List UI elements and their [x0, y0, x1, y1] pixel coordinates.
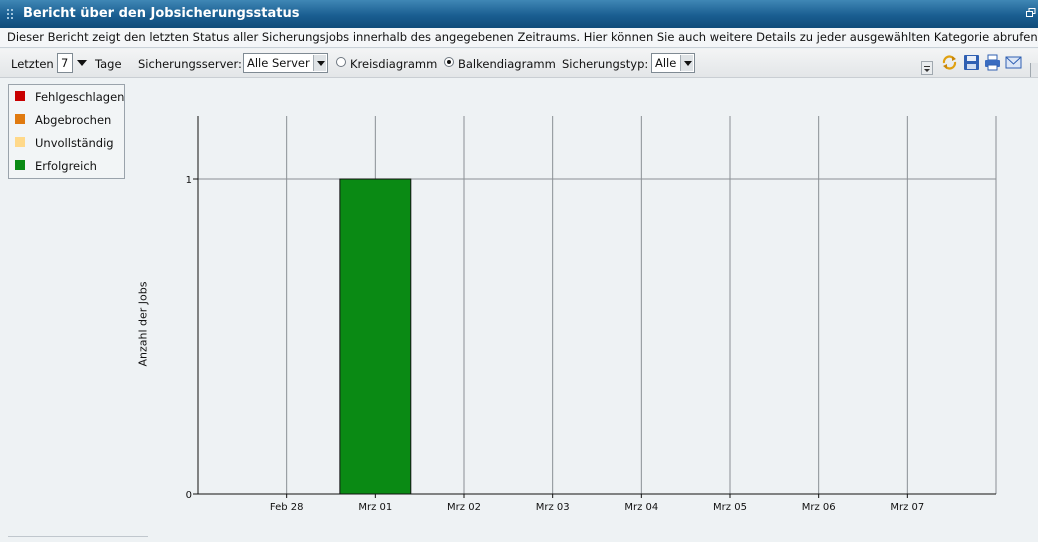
toolbar-overflow-handle[interactable]	[1030, 63, 1038, 77]
title-bar: Bericht über den Jobsicherungsstatus	[0, 0, 1038, 28]
bar-chart-area: 0 1 Feb 28 Mrz 01 Mrz 02 Mrz 03 Mrz 04 Mrz 05 Mr…	[0, 80, 1038, 539]
y-tick-label: 0	[186, 490, 192, 501]
days-dropdown-arrow-icon[interactable]	[77, 60, 87, 66]
bar-mrz-01	[339, 178, 412, 495]
bar-chart-radio[interactable]	[444, 57, 454, 67]
server-value: Alle Server	[247, 56, 310, 70]
y-tick-label: 1	[186, 175, 192, 186]
chart-plot: 0 1 Feb 28 Mrz 01 Mrz 02 Mrz 03 Mrz 04 Mrz 05 Mr…	[186, 116, 997, 513]
x-tick-label: Mrz 04	[624, 502, 658, 513]
status-divider	[8, 536, 148, 540]
x-tick-label: Mrz 07	[890, 502, 924, 513]
pie-chart-radio[interactable]	[336, 57, 346, 67]
server-select[interactable]: Alle Server	[243, 53, 328, 73]
save-icon[interactable]	[963, 54, 980, 71]
x-tick-label: Feb 28	[270, 502, 304, 513]
chevron-down-icon[interactable]	[313, 55, 326, 71]
refresh-icon[interactable]	[941, 54, 958, 71]
chevron-down-icon[interactable]	[680, 55, 693, 71]
x-tick-label: Mrz 05	[713, 502, 747, 513]
x-tick-label: Mrz 01	[358, 502, 392, 513]
email-icon[interactable]	[1005, 54, 1022, 71]
server-label: Sicherungsserver:	[138, 57, 242, 71]
report-description: Dieser Bericht zeigt den letzten Status …	[0, 28, 1038, 48]
y-axis-title: Anzahl der Jobs	[136, 281, 150, 367]
backup-type-select[interactable]: Alle	[651, 53, 695, 73]
x-tick-label: Mrz 06	[802, 502, 836, 513]
print-icon[interactable]	[984, 54, 1001, 71]
toolbar: Letzten 7 Tage Sicherungsserver: Alle Se…	[0, 49, 1038, 78]
bar-chart-label[interactable]: Balkendiagramm	[458, 57, 556, 71]
backup-type-label: Sicherungstyp:	[562, 57, 649, 71]
backup-type-value: Alle	[655, 56, 677, 70]
drag-grip-icon[interactable]	[7, 9, 15, 19]
days-value: 7	[61, 56, 69, 70]
days-prefix-label: Letzten	[11, 57, 54, 71]
x-tick-label: Mrz 02	[447, 502, 481, 513]
days-suffix-label: Tage	[95, 57, 122, 71]
pie-chart-label[interactable]: Kreisdiagramm	[350, 57, 437, 71]
window-title: Bericht über den Jobsicherungsstatus	[23, 6, 300, 21]
days-input[interactable]: 7	[57, 53, 73, 73]
menu-icon[interactable]	[921, 61, 933, 75]
x-tick-label: Mrz 03	[536, 502, 570, 513]
restore-icon[interactable]	[1026, 8, 1036, 18]
